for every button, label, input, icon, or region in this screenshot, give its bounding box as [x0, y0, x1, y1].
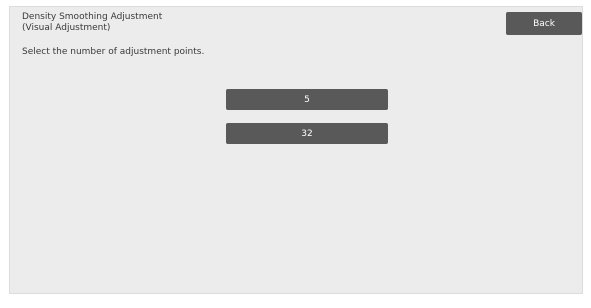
- adjustment-panel: Density Smoothing Adjustment (Visual Adj…: [9, 6, 583, 294]
- points-5-button[interactable]: 5: [226, 89, 388, 110]
- page-title: Density Smoothing Adjustment (Visual Adj…: [22, 12, 162, 34]
- page-title-line1: Density Smoothing Adjustment: [22, 12, 163, 22]
- page-title-line2: (Visual Adjustment): [22, 23, 111, 33]
- back-button[interactable]: Back: [506, 12, 582, 35]
- points-32-button[interactable]: 32: [226, 123, 388, 144]
- instruction-text: Select the number of adjustment points.: [22, 47, 205, 57]
